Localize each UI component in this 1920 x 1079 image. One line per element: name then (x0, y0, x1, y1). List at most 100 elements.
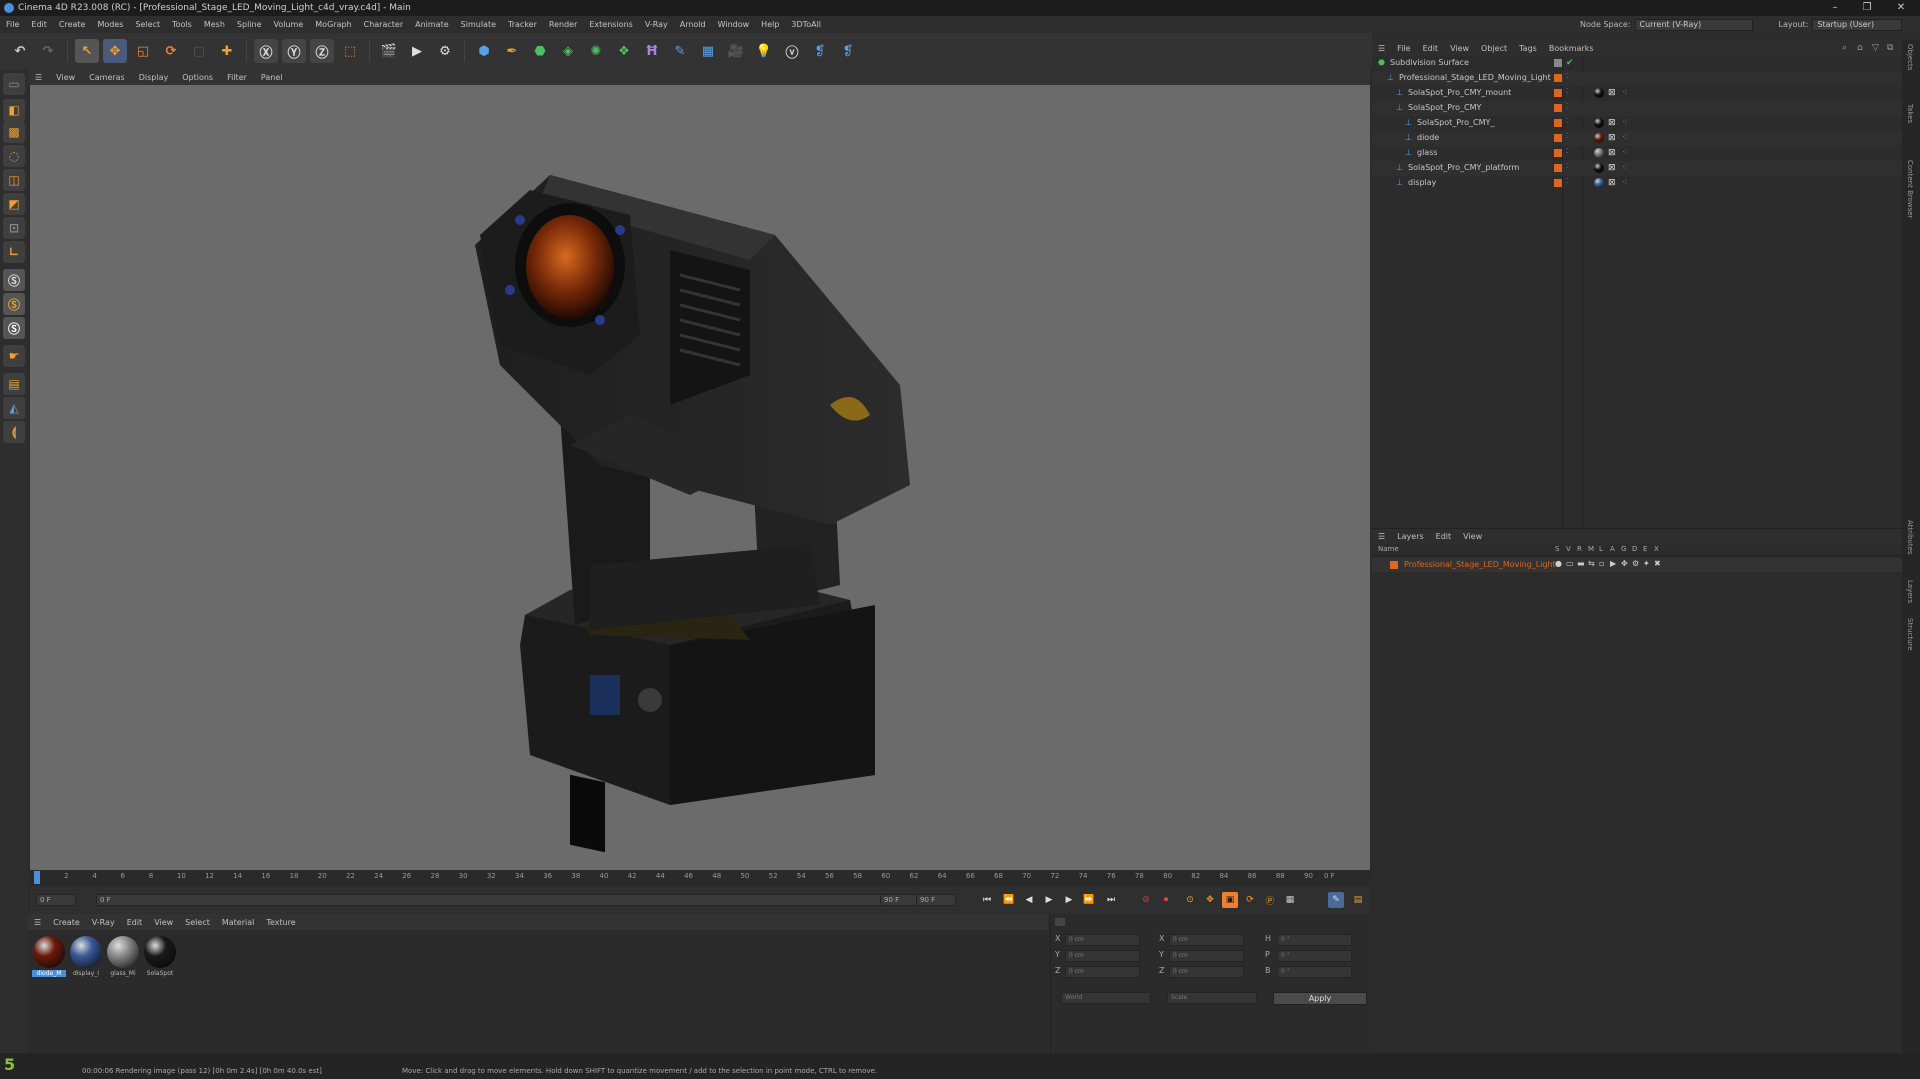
preview-end-field[interactable]: 90 F (916, 894, 956, 906)
coord-rot-field[interactable]: 0 ° (1277, 934, 1352, 946)
previous-key-icon[interactable]: ⏪ (1001, 892, 1017, 908)
edges-mode-icon[interactable]: ◫ (3, 169, 25, 191)
right-tab-attributes[interactable]: Attributes (1906, 520, 1914, 555)
field-icon[interactable]: ✎ (668, 39, 692, 63)
menu-volume[interactable]: Volume (268, 20, 310, 29)
layer-color-toggle[interactable] (1554, 104, 1562, 112)
material-menu-select[interactable]: Select (179, 918, 216, 927)
render-settings-icon[interactable]: ⚙ (433, 39, 457, 63)
coord-pos-field[interactable]: 0 cm (1065, 950, 1140, 962)
menu-create[interactable]: Create (53, 20, 92, 29)
object-row[interactable]: ⊥ SolaSpot_Pro_CMY_ ⁚ ⊠ ⁖ (1372, 116, 1902, 131)
layer-animation-icon[interactable]: ▶ (1610, 559, 1616, 568)
workplane-icon[interactable]: ∟ (3, 241, 25, 263)
menu-tracker[interactable]: Tracker (502, 20, 543, 29)
position-key-icon[interactable]: ✥ (1202, 892, 1218, 908)
fcurve-icon[interactable]: ▤ (1350, 892, 1366, 908)
light-icon[interactable]: 💡 (752, 39, 776, 63)
visibility-dots-icon[interactable]: ⁚ (1566, 177, 1568, 185)
layer-solo-icon[interactable]: ● (1555, 559, 1562, 568)
python-script-icon[interactable]: ❡ (836, 39, 860, 63)
object-menu-file[interactable]: File (1391, 44, 1416, 53)
layer-color-toggle[interactable] (1554, 89, 1562, 97)
material-swatch[interactable]: diode_M (32, 936, 66, 977)
menu-modes[interactable]: Modes (91, 20, 129, 29)
layer-color-swatch[interactable] (1390, 561, 1398, 569)
object-menu-edit[interactable]: Edit (1417, 44, 1445, 53)
uvw-tag-icon[interactable]: ⊠ (1608, 118, 1618, 128)
layout-dropdown[interactable]: Startup (User) (1812, 18, 1903, 31)
filter-icon[interactable]: ▽ (1872, 43, 1879, 53)
menu-spline[interactable]: Spline (231, 20, 268, 29)
quantize-icon[interactable]: Ⓢ (3, 317, 25, 339)
material-menu-edit[interactable]: Edit (121, 918, 149, 927)
viewport-menu-display[interactable]: Display (132, 73, 176, 82)
current-frame-field[interactable]: 0 F (36, 894, 76, 906)
object-menu-view[interactable]: View (1444, 44, 1475, 53)
go-to-end-icon[interactable]: ⏭ (1103, 892, 1119, 908)
rotation-key-icon[interactable]: ⟳ (1242, 892, 1258, 908)
material-swatch[interactable]: glass_Mi (106, 936, 140, 977)
coord-rot-field[interactable]: 0 ° (1277, 950, 1352, 962)
render-picture-viewer-icon[interactable]: ▶ (405, 39, 429, 63)
visibility-dots-icon[interactable]: ⁚ (1566, 87, 1568, 95)
layer-color-toggle[interactable] (1554, 134, 1562, 142)
object-menu-bookmarks[interactable]: Bookmarks (1543, 44, 1600, 53)
object-row[interactable]: ⬣ Subdivision Surface ✔ (1372, 56, 1902, 71)
coord-pos-field[interactable]: 0 cm (1065, 934, 1140, 946)
timeline-playhead[interactable] (34, 871, 40, 884)
layer-lock-icon[interactable]: ▫ (1599, 559, 1604, 568)
layer-color-toggle[interactable] (1554, 179, 1562, 187)
menu-select[interactable]: Select (129, 20, 166, 29)
apply-button[interactable]: Apply (1273, 992, 1367, 1005)
object-row[interactable]: ⊥ SolaSpot_Pro_CMY ⁚ (1372, 101, 1902, 116)
viewport-hamburger-icon[interactable]: ☰ (28, 73, 49, 82)
menu-edit[interactable]: Edit (25, 20, 53, 29)
frame-range-slider[interactable]: 0 F (96, 894, 896, 906)
menu-character[interactable]: Character (358, 20, 410, 29)
material-menu-texture[interactable]: Texture (260, 918, 301, 927)
subdivision-icon[interactable]: ⬣ (528, 39, 552, 63)
grid-icon[interactable]: ▤ (3, 373, 25, 395)
coords-menu-icon[interactable] (1055, 918, 1065, 926)
3d-viewport[interactable] (30, 85, 1370, 870)
visibility-dots-icon[interactable]: ⁚ (1566, 162, 1568, 170)
menu-3dtoall[interactable]: 3DToAll (785, 20, 827, 29)
layer-row[interactable]: Professional_Stage_LED_Moving_Light ● ▭ ▬ ⇆ ▫… (1372, 558, 1902, 572)
material-tag-icon[interactable] (1594, 148, 1604, 158)
menu-mesh[interactable]: Mesh (198, 20, 231, 29)
viewport-menu-view[interactable]: View (49, 73, 82, 82)
visibility-dots-icon[interactable]: ⁚ (1566, 132, 1568, 140)
uvw-tag-icon[interactable]: ⊠ (1608, 88, 1618, 98)
menu-help[interactable]: Help (755, 20, 785, 29)
next-key-icon[interactable]: ⏩ (1081, 892, 1097, 908)
autokey-icon[interactable]: ⏺ (1158, 892, 1174, 908)
material-tag-icon[interactable] (1594, 118, 1604, 128)
new-window-icon[interactable]: ⧉ (1887, 43, 1893, 53)
scale-tool-icon[interactable]: ◱ (131, 39, 155, 63)
model-mode-icon[interactable]: ◧ (3, 99, 25, 121)
coord-size-field[interactable]: 0 cm (1169, 966, 1244, 978)
menu-window[interactable]: Window (712, 20, 756, 29)
coordinate-system-icon[interactable]: ⬚ (338, 39, 362, 63)
restore-icon[interactable]: ❐ (1852, 0, 1882, 16)
menu-file[interactable]: File (0, 20, 25, 29)
visibility-dots-icon[interactable]: ⁚ (1566, 102, 1568, 110)
object-row[interactable]: ⊥ diode ⁚ ⊠ ⁖ (1372, 131, 1902, 146)
timeline-ruler[interactable]: 0246810121416182022242628303234363840424… (30, 870, 1370, 886)
menu-simulate[interactable]: Simulate (455, 20, 502, 29)
object-menu-object[interactable]: Object (1475, 44, 1513, 53)
menu-extensions[interactable]: Extensions (583, 20, 638, 29)
texture-mode-icon[interactable]: ▩ (3, 121, 25, 143)
solo-icon[interactable]: ◭ (3, 397, 25, 419)
enabled-check-icon[interactable]: ✔ (1566, 58, 1576, 68)
generator-icon[interactable]: ◈ (556, 39, 580, 63)
minimize-icon[interactable]: – (1820, 0, 1850, 16)
layer-manager-icon[interactable]: ⇆ (1588, 559, 1595, 568)
layer-menu-layers[interactable]: Layers (1391, 532, 1429, 541)
pen-icon[interactable]: ✒ (500, 39, 524, 63)
layer-expressions-icon[interactable]: ✦ (1643, 559, 1650, 568)
tweak-icon[interactable]: ⟬ (3, 421, 25, 443)
object-row[interactable]: ⊥ Professional_Stage_LED_Moving_Light ⁚ (1372, 71, 1902, 86)
render-view-icon[interactable]: 🎬 (377, 39, 401, 63)
